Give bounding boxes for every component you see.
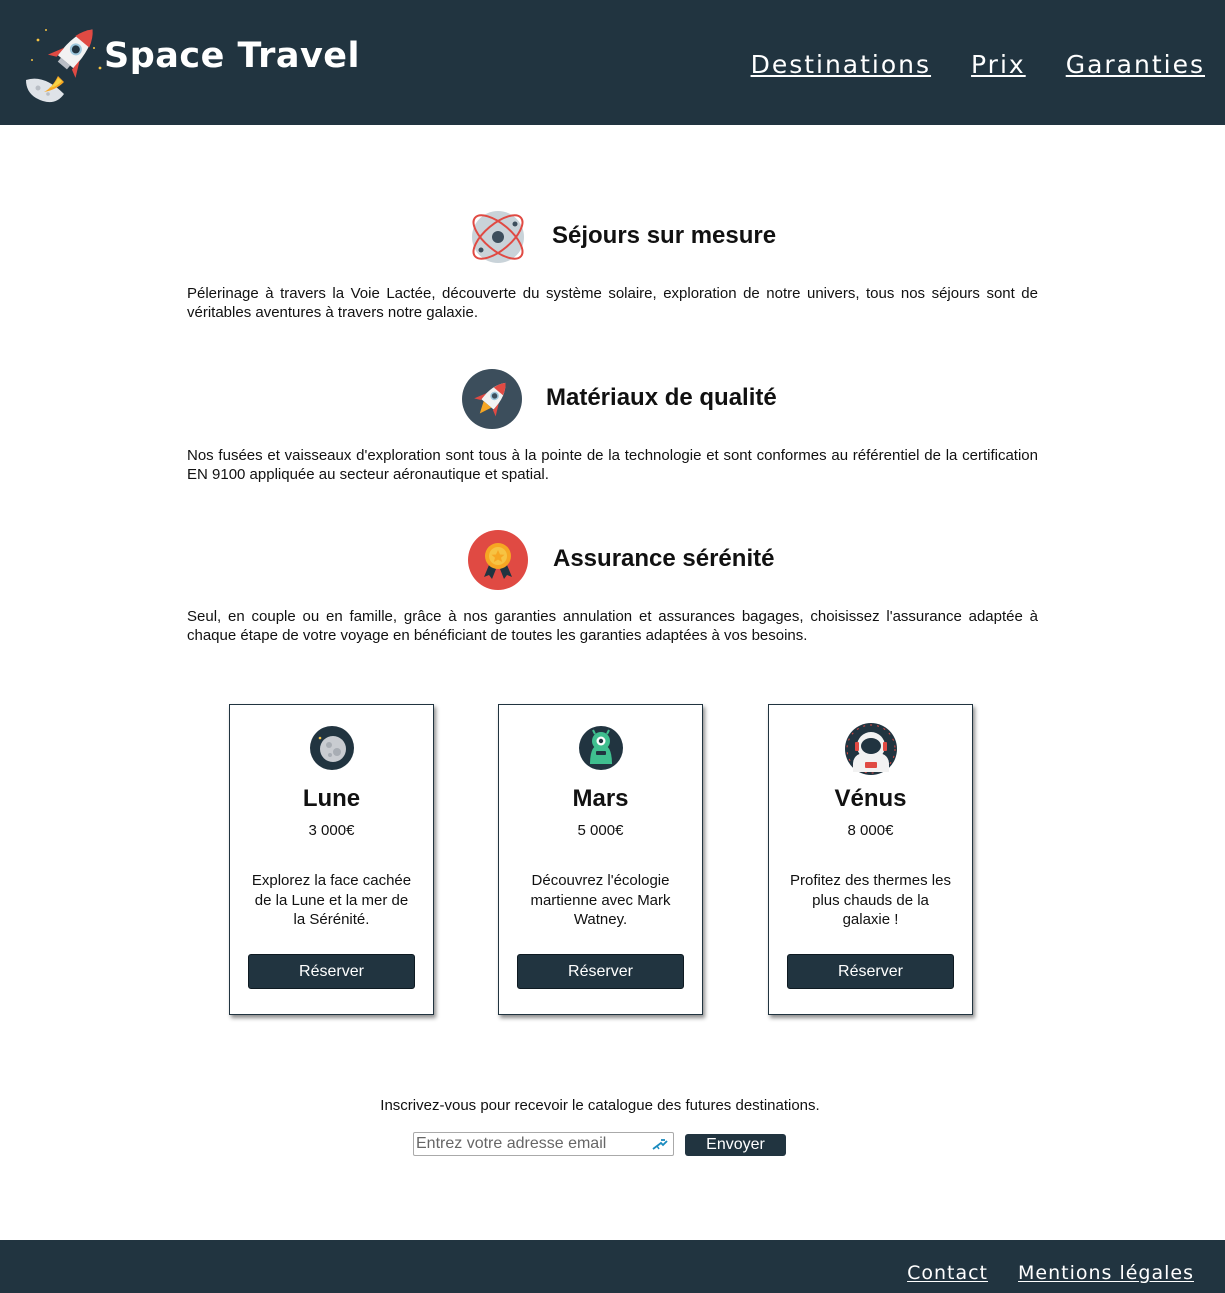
feature-text: Nos fusées et vaisseaux d'exploration so… [187,447,1038,483]
feature-text: Seul, en couple ou en famille, grâce à n… [187,608,1038,644]
send-button[interactable]: Envoyer [685,1134,786,1156]
email-input[interactable] [416,1134,646,1154]
newsletter-text: Inscrivez-vous pour recevoir le catalogu… [380,1097,820,1114]
nav-link-destinations[interactable]: Destinations [751,50,931,79]
feature-title: Assurance sérénité [553,545,775,572]
feature-header: Séjours sur mesure [187,206,1038,268]
medal-icon [468,530,528,590]
destination-name: Mars [572,785,629,812]
destination-price: 3 000€ [308,822,355,839]
destination-card-mars: Mars 5 000€ Découvrez l'écologie martien… [498,704,703,1015]
feature-title: Matériaux de qualité [546,384,777,411]
rocket-icon [462,369,522,429]
moon-icon [310,726,354,770]
destination-price: 5 000€ [577,822,624,839]
site-footer: Contact Mentions légales [0,1240,1225,1293]
nav-link-garanties[interactable]: Garanties [1066,50,1205,79]
email-field-wrapper [413,1132,674,1156]
rocket-logo-icon[interactable] [24,18,104,104]
footer-nav: Contact Mentions légales [907,1262,1194,1284]
atom-icon [472,211,524,263]
destination-name: Lune [302,785,361,812]
footer-link-mentions-legales[interactable]: Mentions légales [1018,1262,1194,1284]
destination-description: Explorez la face cachée de la Lune et la… [251,872,412,928]
astronaut-icon [845,723,897,775]
destination-name: Vénus [834,785,907,812]
site-header: Space Travel Destinations Prix Garanties [0,0,1225,125]
feature-text: Pélerinage à travers la Voie Lactée, déc… [187,285,1038,321]
destination-card-venus: Vénus 8 000€ Profitez des thermes les pl… [768,704,973,1015]
feature-title: Séjours sur mesure [552,222,777,249]
feature-header: Matériaux de qualité [187,368,1038,430]
feature-header: Assurance sérénité [187,529,1038,591]
footer-link-contact[interactable]: Contact [907,1262,988,1284]
reserve-button-mars[interactable]: Réserver [517,954,684,989]
main-nav: Destinations Prix Garanties [751,50,1205,79]
autofill-key-icon[interactable] [651,1136,669,1152]
nav-link-prix[interactable]: Prix [971,50,1026,79]
destination-description: Profitez des thermes les plus chauds de … [790,872,951,928]
destination-description: Découvrez l'écologie martienne avec Mark… [530,872,671,928]
brand-name: Space Travel [104,36,361,76]
alien-icon [579,726,623,770]
destination-card-lune: Lune 3 000€ Explorez la face cachée de l… [229,704,434,1015]
destination-price: 8 000€ [847,822,894,839]
reserve-button-lune[interactable]: Réserver [248,954,415,989]
reserve-button-venus[interactable]: Réserver [787,954,954,989]
